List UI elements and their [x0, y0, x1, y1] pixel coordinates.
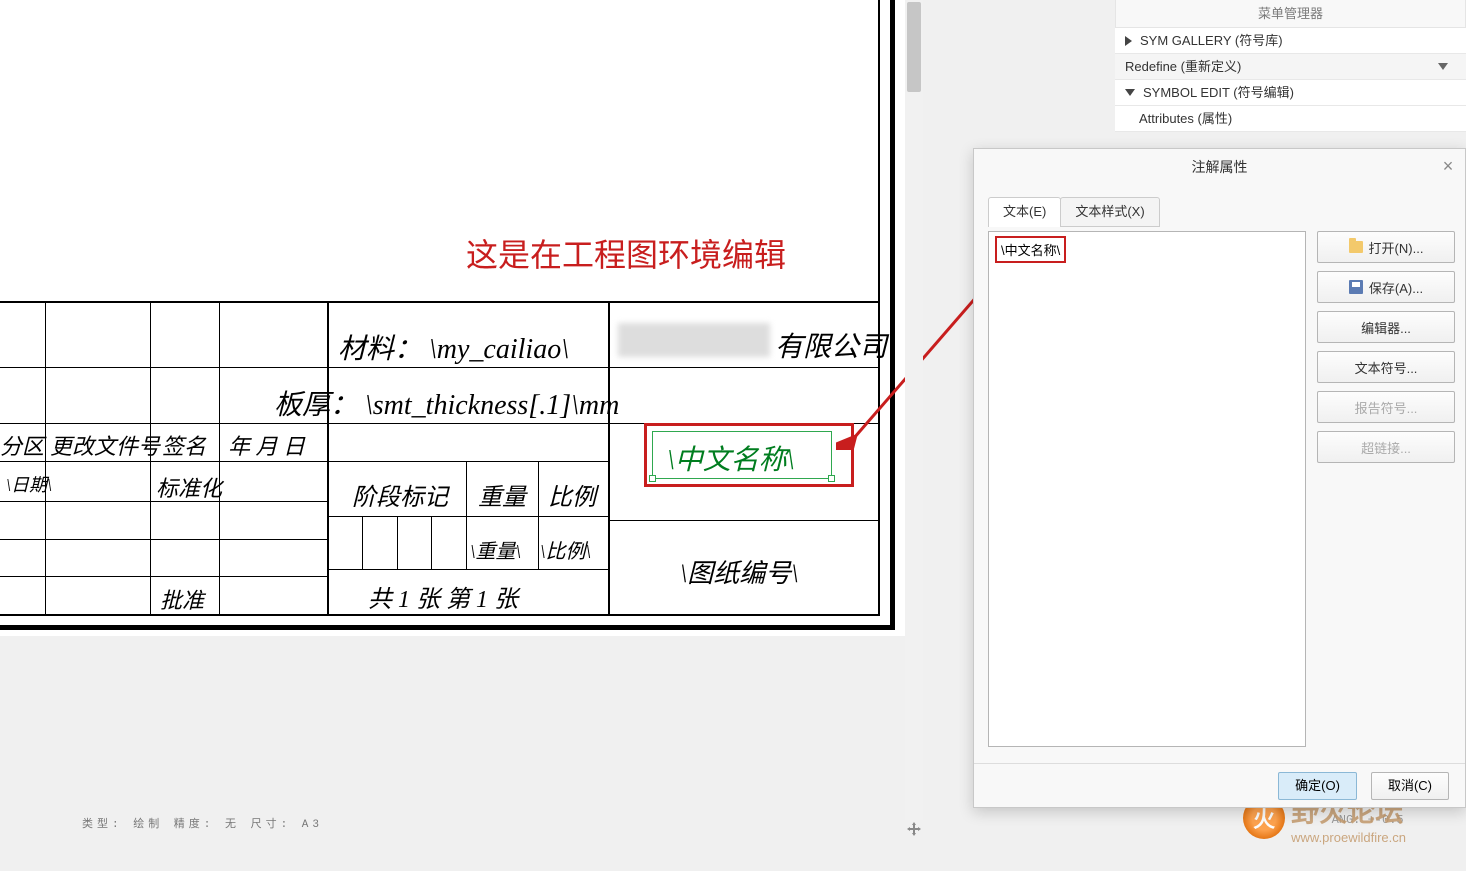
cancel-button[interactable]: 取消(C)	[1371, 772, 1449, 800]
tb-thickness[interactable]: 板厚： \smt_thickness[.1]\mm	[274, 383, 619, 423]
tb-weight-v[interactable]: \重量\	[470, 535, 521, 564]
tb-stage: 阶段标记	[352, 477, 448, 512]
tb-zone: 分区	[0, 429, 44, 461]
tb-scale-h: 比例	[548, 477, 596, 512]
dialog-footer: 确定(O) 取消(C)	[974, 763, 1465, 807]
dropdown-icon	[1438, 63, 1448, 70]
menu-item-attributes[interactable]: Attributes (属性)	[1115, 106, 1466, 132]
ok-button[interactable]: 确定(O)	[1278, 772, 1357, 800]
tab-text-style[interactable]: 文本样式(X)	[1060, 197, 1159, 227]
save-icon	[1349, 280, 1363, 294]
report-symbol-button: 报告符号...	[1317, 391, 1455, 423]
text-symbol-button[interactable]: 文本符号...	[1317, 351, 1455, 383]
annotation-properties-dialog: 注解属性 × 文本(E) 文本样式(X) \中文名称\ 打开(N)... 保存(…	[973, 148, 1466, 808]
red-highlight-selected	[644, 423, 854, 487]
hyperlink-button: 超链接...	[1317, 431, 1455, 463]
menu-manager-title: 菜单管理器	[1115, 0, 1466, 28]
editor-button[interactable]: 编辑器...	[1317, 311, 1455, 343]
dialog-close-button[interactable]: ×	[1439, 157, 1457, 175]
menu-item-label: SYMBOL EDIT (符号编辑)	[1143, 80, 1294, 106]
open-button[interactable]: 打开(N)...	[1317, 231, 1455, 263]
dialog-title-text: 注解属性	[1192, 159, 1248, 175]
redacted-company	[618, 323, 770, 357]
tb-material[interactable]: 材料： \my_cailiao\	[338, 327, 569, 367]
tb-drawing-no[interactable]: \图纸编号\	[680, 553, 798, 590]
footer-left: 类型: 绘制 精度: 无 尺寸: A3	[82, 815, 323, 831]
drawing-canvas[interactable]: 材料： \my_cailiao\ 板厚： \smt_thickness[.1]\…	[0, 0, 1115, 871]
tb-row-approve: 批准	[160, 583, 204, 615]
tab-text[interactable]: 文本(E)	[988, 197, 1061, 227]
dialog-side-buttons: 打开(N)... 保存(A)... 编辑器... 文本符号... 报告符号...…	[1317, 231, 1455, 463]
menu-item-sym-gallery[interactable]: SYM GALLERY (符号库)	[1115, 28, 1466, 54]
tb-row-date[interactable]: \日期\	[6, 471, 52, 497]
menu-item-symbol-edit[interactable]: SYMBOL EDIT (符号编辑)	[1115, 80, 1466, 106]
vertical-scrollbar[interactable]	[905, 0, 923, 820]
text-input-area[interactable]: \中文名称\	[988, 231, 1306, 747]
tb-weight-h: 重量	[478, 477, 526, 512]
chevron-right-icon	[1125, 36, 1132, 46]
tb-scale-v[interactable]: \比例\	[540, 535, 591, 564]
dialog-title: 注解属性 ×	[974, 149, 1465, 185]
tb-changeno: 更改文件号	[50, 429, 160, 461]
menu-item-label: SYM GALLERY (符号库)	[1140, 28, 1283, 54]
menu-item-label: Attributes (属性)	[1139, 106, 1232, 132]
tb-company: 有限公司	[775, 325, 887, 365]
tb-date-h: 年 月 日	[228, 429, 305, 461]
tb-row-std: 标准化	[156, 471, 222, 503]
save-button[interactable]: 保存(A)...	[1317, 271, 1455, 303]
tb-sign: 签名	[162, 429, 206, 461]
menu-manager: 菜单管理器 SYM GALLERY (符号库) Redefine (重新定义) …	[1115, 0, 1466, 132]
scrollbar-thumb[interactable]	[907, 2, 921, 92]
tb-page-info: 共 1 张 第 1 张	[368, 579, 518, 614]
text-value[interactable]: \中文名称\	[997, 238, 1064, 261]
menu-item-redefine[interactable]: Redefine (重新定义)	[1115, 54, 1466, 80]
title-block: 材料： \my_cailiao\ 板厚： \smt_thickness[.1]\…	[0, 301, 878, 614]
menu-item-label: Redefine (重新定义)	[1125, 54, 1241, 80]
folder-icon	[1349, 241, 1363, 253]
chevron-down-icon	[1125, 89, 1135, 96]
annotation-note: 这是在工程图环境编辑	[466, 230, 786, 276]
inner-frame: 材料： \my_cailiao\ 板厚： \smt_thickness[.1]\…	[0, 0, 880, 616]
tabs: 文本(E) 文本样式(X)	[988, 197, 1455, 227]
drawing-sheet: 材料： \my_cailiao\ 板厚： \smt_thickness[.1]\…	[0, 0, 905, 636]
pan-icon[interactable]	[905, 820, 923, 838]
